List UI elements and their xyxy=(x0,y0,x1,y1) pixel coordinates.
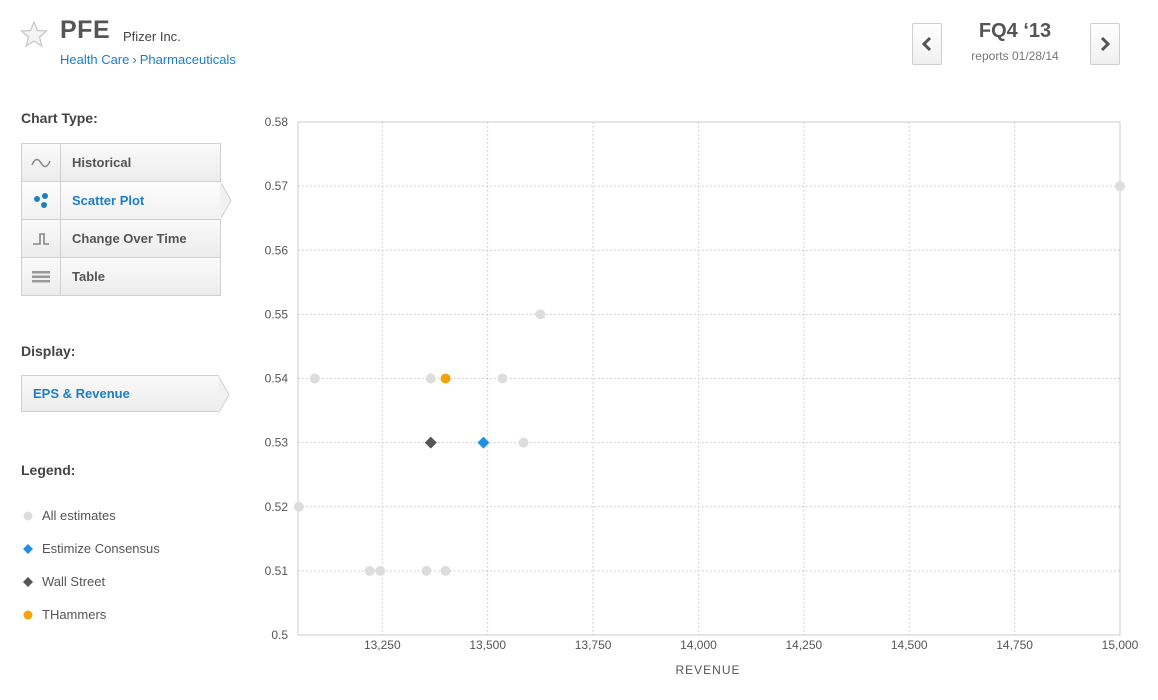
x-axis-title: REVENUE xyxy=(675,663,740,677)
chart-type-list: Historical Scatter Plot Change Over Time… xyxy=(21,143,232,296)
chart-type-historical[interactable]: Historical xyxy=(22,144,220,182)
point-estimize-consensus[interactable] xyxy=(477,436,490,449)
chart-type-label-historical: Historical xyxy=(72,155,132,170)
legend-label-thammers: THammers xyxy=(42,607,107,622)
legend-item-thammers: THammers xyxy=(21,607,106,622)
diamond-icon xyxy=(21,542,35,556)
diamond-icon xyxy=(21,575,35,589)
legend-item-estimize-consensus: Estimize Consensus xyxy=(21,541,160,556)
star-icon[interactable] xyxy=(20,20,48,48)
y-tick-label: 0.55 xyxy=(265,307,289,321)
y-tick-label: 0.56 xyxy=(265,243,289,257)
point-all-estimates[interactable] xyxy=(421,565,432,576)
legend-label: Legend: xyxy=(21,462,76,478)
point-all-estimates[interactable] xyxy=(1115,181,1125,192)
y-tick-label: 0.54 xyxy=(265,372,289,386)
chart-type-scatter-plot[interactable]: Scatter Plot xyxy=(22,181,232,220)
selected-arrow-icon xyxy=(220,181,232,220)
y-tick-label: 0.58 xyxy=(265,115,289,129)
point-all-estimates[interactable] xyxy=(535,309,546,320)
table-icon xyxy=(22,258,61,295)
wave-icon xyxy=(22,144,61,181)
chart-type-label-scatter-plot: Scatter Plot xyxy=(72,193,145,208)
chart-type-label-change-over-time: Change Over Time xyxy=(72,231,187,246)
y-tick-label: 0.5 xyxy=(271,628,288,642)
y-tick-label: 0.51 xyxy=(265,564,289,578)
chart-type-label-table: Table xyxy=(72,269,105,284)
x-tick-label: 13,250 xyxy=(364,638,401,652)
display-value: EPS & Revenue xyxy=(33,386,130,401)
x-tick-label: 14,250 xyxy=(785,638,822,652)
point-wall-street[interactable] xyxy=(424,436,437,449)
next-quarter-button[interactable] xyxy=(1090,23,1120,65)
breadcrumb: Health Care › Pharmaceuticals xyxy=(60,52,236,67)
plot-area xyxy=(297,121,1121,636)
point-all-estimates[interactable] xyxy=(364,565,375,576)
x-tick-label: 14,500 xyxy=(891,638,928,652)
ticker-symbol: PFE xyxy=(60,16,111,44)
x-tick-label: 15,000 xyxy=(1102,638,1139,652)
chart-type-change-over-time[interactable]: Change Over Time xyxy=(22,220,220,258)
y-tick-label: 0.53 xyxy=(265,436,289,450)
y-tick-label: 0.57 xyxy=(265,179,289,193)
point-all-estimates[interactable] xyxy=(293,501,304,512)
legend-item-all-estimates: All estimates xyxy=(21,508,116,523)
circle-icon xyxy=(21,509,35,523)
x-tick-label: 13,500 xyxy=(469,638,506,652)
display-label: Display: xyxy=(21,343,76,359)
step-icon xyxy=(22,220,61,257)
point-thammers[interactable] xyxy=(440,373,451,384)
breadcrumb-industry[interactable]: Pharmaceuticals xyxy=(140,52,236,67)
point-all-estimates[interactable] xyxy=(440,565,451,576)
selected-arrow-icon xyxy=(218,375,230,414)
x-tick-label: 13,750 xyxy=(575,638,612,652)
y-tick-label: 0.52 xyxy=(265,500,289,514)
breadcrumb-separator: › xyxy=(132,52,137,67)
point-all-estimates[interactable] xyxy=(375,565,386,576)
point-all-estimates[interactable] xyxy=(497,373,508,384)
point-all-estimates[interactable] xyxy=(518,437,529,448)
fiscal-quarter: FQ4 ‘13 xyxy=(978,20,1052,42)
legend-label-wall-street: Wall Street xyxy=(42,574,106,589)
circle-icon xyxy=(21,608,35,622)
x-tick-label: 14,750 xyxy=(996,638,1033,652)
company-name: Pfizer Inc. xyxy=(123,29,181,44)
chevron-right-icon xyxy=(1100,36,1111,52)
breadcrumb-sector[interactable]: Health Care xyxy=(60,52,129,67)
point-all-estimates[interactable] xyxy=(309,373,320,384)
legend-label-all-estimates: All estimates xyxy=(42,508,116,523)
report-date: reports 01/28/14 xyxy=(971,49,1059,63)
previous-quarter-button[interactable] xyxy=(912,23,942,65)
legend-label-estimize-consensus: Estimize Consensus xyxy=(42,541,160,556)
point-all-estimates[interactable] xyxy=(425,373,436,384)
legend-item-wall-street: Wall Street xyxy=(21,574,105,589)
chart-type-label: Chart Type: xyxy=(21,110,98,126)
chart-type-table[interactable]: Table xyxy=(22,258,220,296)
scatter-icon xyxy=(22,182,61,219)
display-eps-revenue-button[interactable]: EPS & Revenue xyxy=(21,375,230,414)
chevron-left-icon xyxy=(921,36,932,52)
x-tick-label: 14,000 xyxy=(680,638,717,652)
scatter-chart: 0.5 0.51 0.52 0.53 0.54 0.55 0.56 0.57 0.58 13,25… xyxy=(265,115,1139,677)
